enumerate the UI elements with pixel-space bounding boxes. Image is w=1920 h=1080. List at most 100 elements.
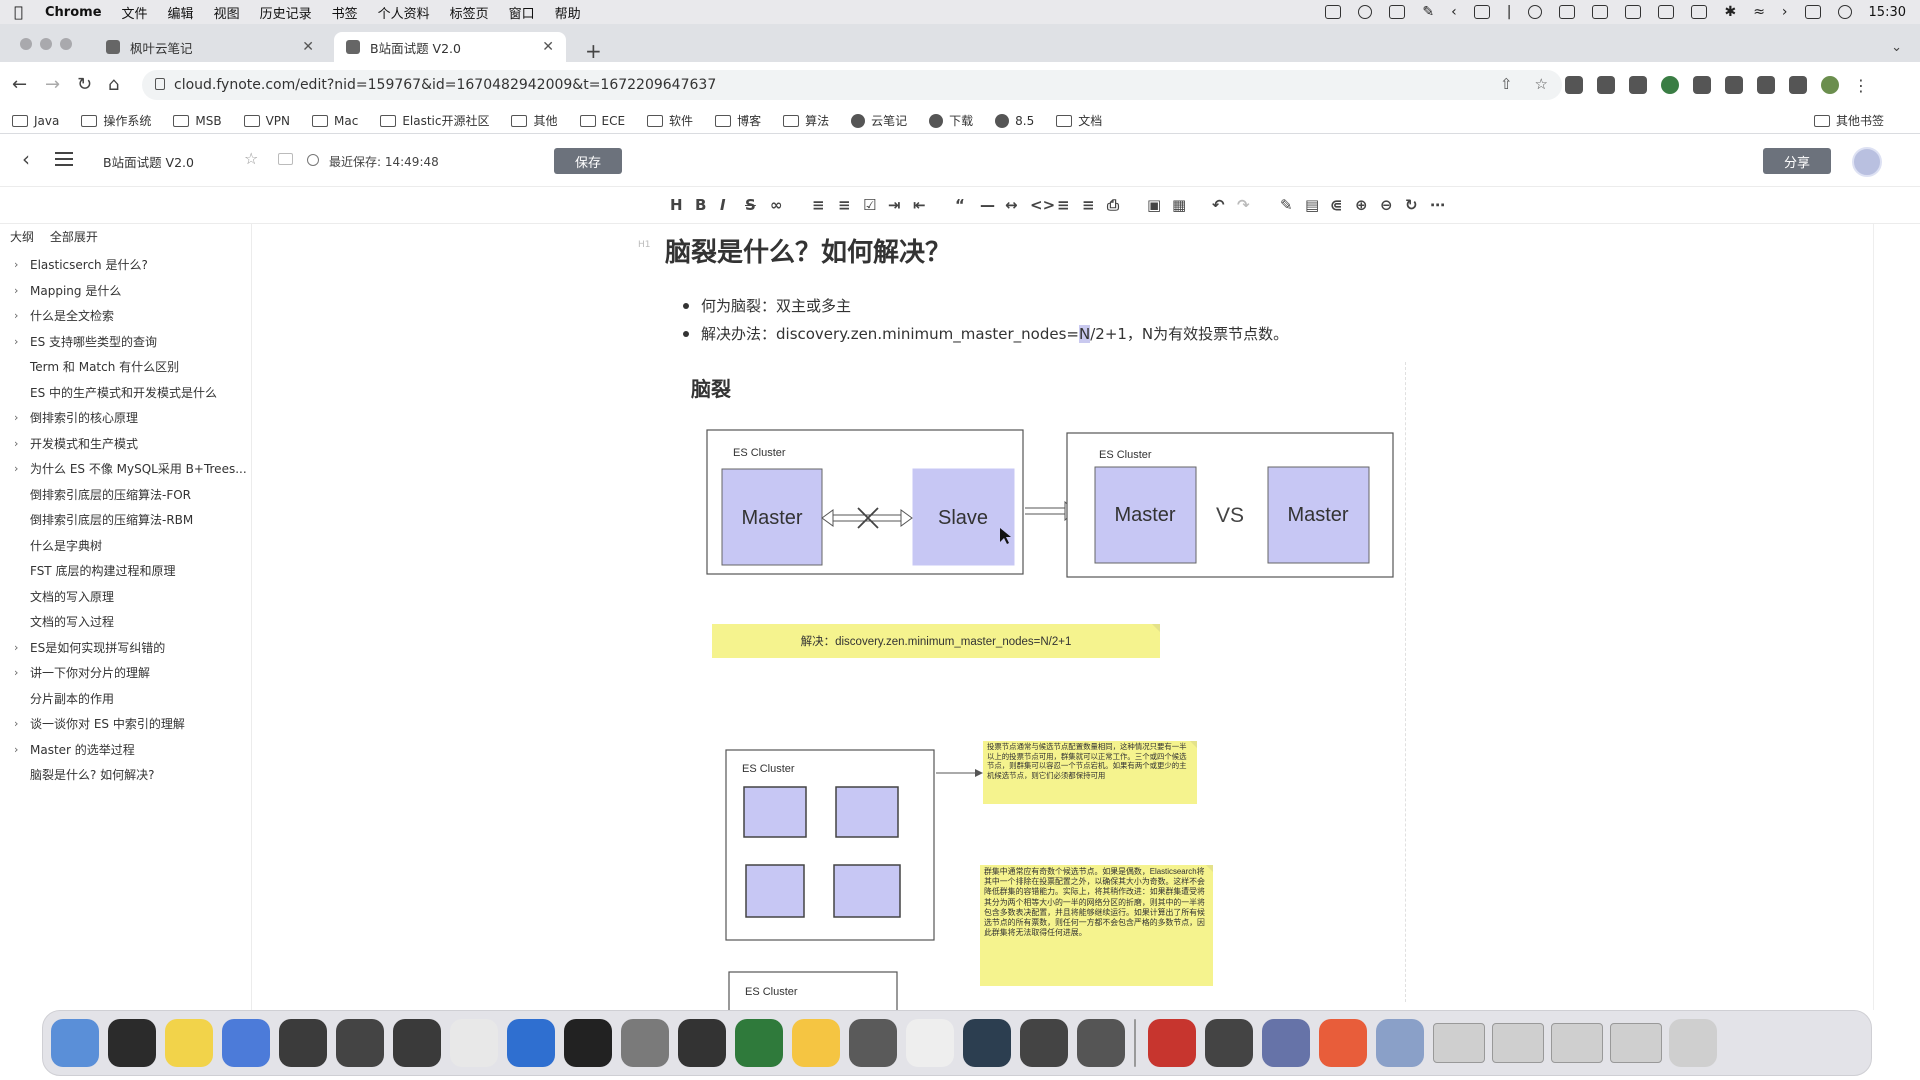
bookmark-folder[interactable]: 算法	[783, 112, 829, 129]
ordered-list-icon[interactable]: ≡	[838, 196, 851, 214]
trash-icon[interactable]	[1669, 1019, 1717, 1067]
share-page-icon[interactable]: ⇧	[1500, 75, 1513, 93]
battery-tray-icon[interactable]	[1559, 5, 1576, 19]
back-arrow-icon[interactable]: ←	[12, 74, 27, 95]
reminders-icon[interactable]	[849, 1019, 897, 1067]
extension-icon[interactable]	[1597, 76, 1615, 94]
menu-file[interactable]: 文件	[122, 3, 148, 22]
extension-icon[interactable]	[1725, 76, 1743, 94]
jetbrains-icon[interactable]	[792, 1019, 840, 1067]
outline-item[interactable]: › Mapping 是什么	[14, 282, 121, 299]
pen-icon[interactable]: ✎	[1280, 196, 1293, 214]
chevron-right-icon[interactable]: ›	[14, 437, 30, 450]
tableplus-icon[interactable]	[507, 1019, 555, 1067]
share-button[interactable]: 分享	[1763, 148, 1831, 174]
apple-icon[interactable]: 	[14, 3, 23, 21]
bookmark-folder[interactable]: 操作系统	[81, 112, 151, 129]
menu-help[interactable]: 帮助	[555, 3, 581, 22]
bookmark-folder[interactable]: ECE	[579, 114, 625, 128]
menu-profile[interactable]: 个人资料	[378, 3, 430, 22]
strikethrough-icon[interactable]: S	[745, 196, 756, 214]
heading-icon[interactable]: H	[670, 196, 683, 214]
outline-item[interactable]: › 开发模式和生产模式	[14, 435, 138, 452]
inline-code-icon[interactable]: <>	[1030, 196, 1055, 214]
outline-item[interactable]: › 为什么 ES 不像 MySQL采用 B+Trees...	[14, 460, 247, 477]
window-minimize-button[interactable]	[40, 38, 52, 50]
split-brain-diagram[interactable]: 脑裂 ES Cluster Master Slave ES Cluster Ma…	[647, 338, 1427, 1010]
extension-icon[interactable]	[1629, 76, 1647, 94]
chevron-right-icon[interactable]: ›	[14, 335, 30, 348]
outline-item[interactable]: 文档的写入原理	[30, 588, 114, 605]
tray-app-icon[interactable]	[1325, 5, 1342, 19]
table-icon[interactable]: ▦	[1172, 196, 1186, 214]
outline-item[interactable]: › Master 的选举过程	[14, 741, 135, 758]
print-icon[interactable]: ⎙	[1107, 196, 1119, 214]
link-icon[interactable]: ∞	[770, 196, 783, 214]
bookmark-folder[interactable]: Elastic开源社区	[380, 112, 489, 129]
document-title[interactable]: B站面试题 V2.0	[103, 152, 194, 171]
gopher-icon[interactable]	[222, 1019, 270, 1067]
profile-avatar[interactable]	[1821, 76, 1839, 94]
redo-icon[interactable]: ↷	[1237, 196, 1250, 214]
window-thumbnail[interactable]	[1492, 1023, 1544, 1063]
chevron-right-icon[interactable]: ›	[14, 284, 30, 297]
bookmark-link[interactable]: 下载	[929, 112, 973, 129]
es-cluster-left[interactable]: ES Cluster Master Slave	[706, 429, 1024, 575]
indent-icon[interactable]: ⇥	[888, 196, 901, 214]
extension-icon[interactable]	[1693, 76, 1711, 94]
grid-tray-icon[interactable]	[1389, 5, 1406, 19]
torch-icon[interactable]	[735, 1019, 783, 1067]
chevron-right-icon[interactable]: ›	[14, 717, 30, 730]
search-tray-icon[interactable]	[1528, 5, 1543, 19]
wechat-tray-icon[interactable]	[1358, 5, 1373, 19]
chevron-right-icon[interactable]: ›	[14, 743, 30, 756]
outline-item[interactable]: 脑裂是什么? 如何解决?	[30, 766, 155, 783]
url-text[interactable]: cloud.fynote.com/edit?nid=159767&id=1670…	[174, 77, 716, 93]
penguin-icon[interactable]	[564, 1019, 612, 1067]
align-icon[interactable]: ≡	[1057, 196, 1070, 214]
elephant-icon[interactable]	[279, 1019, 327, 1067]
tab-fynote-home[interactable]: 枫叶云笔记 ✕	[94, 32, 326, 62]
format-icon[interactable]: ≡	[1082, 196, 1095, 214]
mindmap-icon[interactable]: ⋐	[1330, 196, 1343, 214]
outline-item[interactable]: Term 和 Match 有什么区别	[30, 358, 179, 375]
note-icon[interactable]: ▤	[1305, 196, 1319, 214]
window-thumbnail[interactable]	[1551, 1023, 1603, 1063]
control-center-icon[interactable]	[1804, 5, 1821, 19]
checklist-icon[interactable]: ☑	[863, 196, 876, 214]
camera-icon[interactable]	[1077, 1019, 1125, 1067]
bookmark-folder[interactable]: MSB	[173, 114, 222, 128]
zoom-out-icon[interactable]: ⊖	[1380, 196, 1393, 214]
code-block-icon[interactable]: ↔	[1005, 196, 1018, 214]
bookmark-folder[interactable]: Java	[12, 114, 59, 128]
solution-note[interactable]: 解决：discovery.zen.minimum_master_nodes=N/…	[712, 624, 1160, 658]
bookmark-star-icon[interactable]: ☆	[1535, 75, 1548, 93]
scrollbar[interactable]	[1873, 224, 1879, 1010]
favorite-star-icon[interactable]: ☆	[244, 149, 258, 168]
menu-view[interactable]: 视图	[214, 3, 240, 22]
italic-icon[interactable]: I	[720, 196, 726, 214]
clipboard-tray-icon[interactable]	[1473, 5, 1490, 19]
bookmark-folder[interactable]: 软件	[647, 112, 693, 129]
wps-icon[interactable]	[1205, 1019, 1253, 1067]
puzzle-extensions-icon[interactable]	[1757, 76, 1775, 94]
monitor-tray-icon[interactable]	[1691, 5, 1708, 19]
bookmark-folder[interactable]: VPN	[243, 114, 290, 128]
chevron-right-icon[interactable]: ›	[14, 666, 30, 679]
bookmark-folder[interactable]: Mac	[312, 114, 358, 128]
menu-chrome[interactable]: Chrome	[45, 5, 102, 20]
outline-item[interactable]: › Elasticserch 是什么?	[14, 256, 148, 273]
bold-icon[interactable]: B	[695, 196, 706, 214]
image-icon[interactable]: ▣	[1147, 196, 1161, 214]
chevron-right-tray-icon[interactable]: ›	[1782, 4, 1788, 20]
menu-history[interactable]: 历史记录	[260, 3, 312, 22]
audio-icon[interactable]	[963, 1019, 1011, 1067]
outline-item[interactable]: 什么是字典树	[30, 537, 102, 554]
new-tab-plus-icon[interactable]: +	[585, 39, 602, 63]
download-icon[interactable]	[1319, 1019, 1367, 1067]
menu-edit[interactable]: 编辑	[168, 3, 194, 22]
chevron-right-icon[interactable]: ›	[14, 258, 30, 271]
outline-item[interactable]: › ES 支持哪些类型的查询	[14, 333, 157, 350]
outline-item[interactable]: › ES是如何实现拼写纠错的	[14, 639, 165, 656]
outline-item[interactable]: › 谈一谈你对 ES 中索引的理解	[14, 715, 185, 732]
